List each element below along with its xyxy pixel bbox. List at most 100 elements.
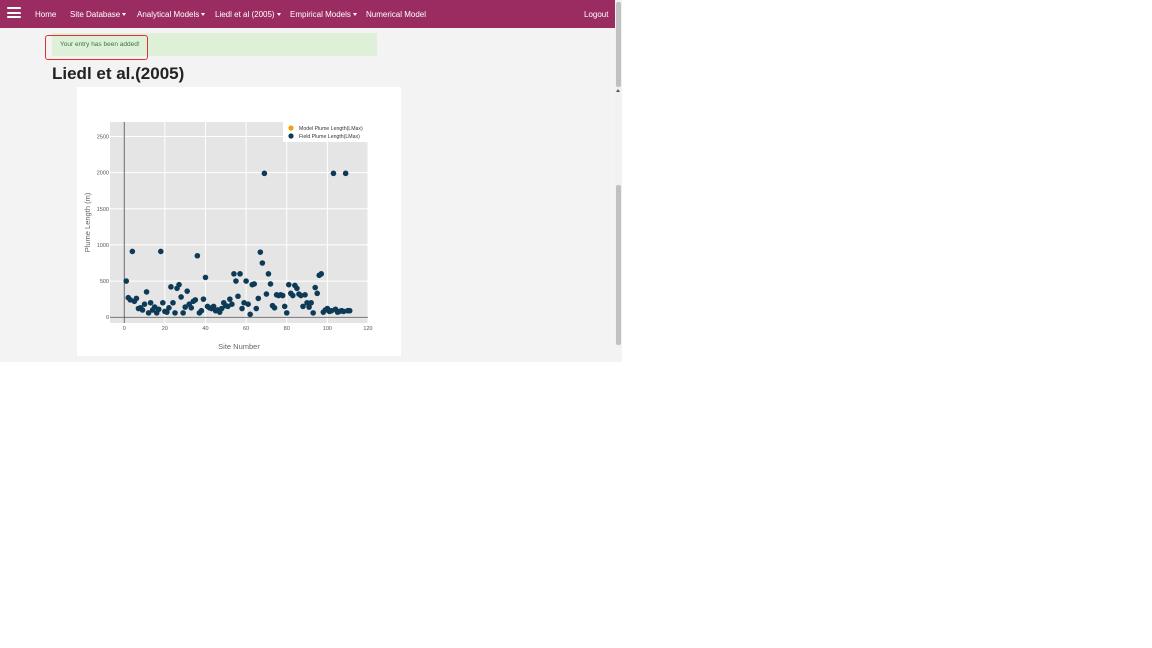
data-point[interactable] — [227, 296, 233, 302]
nav-site-database[interactable]: Site Database — [70, 0, 127, 28]
data-point[interactable] — [200, 296, 207, 302]
data-point[interactable] — [155, 306, 162, 313]
data-point[interactable] — [239, 305, 245, 312]
data-point[interactable] — [263, 291, 270, 297]
data-point[interactable] — [271, 305, 278, 311]
nav-numerical-model[interactable]: Numerical Model — [366, 0, 426, 28]
nav-empirical-models[interactable]: Empirical Models — [290, 0, 357, 28]
data-point[interactable] — [342, 170, 349, 177]
data-point[interactable] — [235, 293, 241, 300]
legend-marker[interactable] — [288, 125, 294, 131]
x-tick-label: 120 — [363, 326, 372, 332]
data-point[interactable] — [147, 299, 154, 306]
data-point[interactable] — [180, 310, 186, 316]
x-axis-title: Site Number — [218, 342, 260, 351]
data-point[interactable] — [243, 278, 249, 284]
x-tick-label: 60 — [243, 326, 249, 332]
y-tick-label: 1000 — [97, 243, 109, 249]
y-tick-label: 0 — [106, 315, 109, 321]
data-point[interactable] — [251, 281, 258, 287]
data-point[interactable] — [310, 310, 316, 316]
data-point[interactable] — [314, 290, 321, 297]
logout-link[interactable]: Logout — [584, 0, 608, 28]
y-tick-label: 500 — [100, 279, 109, 285]
data-point[interactable] — [253, 305, 260, 312]
data-point[interactable] — [233, 278, 239, 284]
nav-liedl-et-al-2005[interactable]: Liedl et al (2005) — [215, 0, 281, 28]
data-point[interactable] — [346, 307, 353, 314]
legend-marker[interactable] — [288, 133, 294, 139]
alert-highlight-box — [45, 35, 148, 60]
page-title: Liedl et al.(2005) — [52, 64, 185, 83]
data-point[interactable] — [283, 310, 290, 316]
data-point[interactable] — [139, 307, 146, 313]
data-point[interactable] — [176, 281, 182, 288]
plume-length-scatter-chart[interactable]: 0 20 40 60 80 100 120 0 500 1000 1500 2000 2500 Model… — [77, 87, 401, 356]
chart-card: 0 20 40 60 80 100 120 0 500 1000 1500 2000 2500 Model… — [77, 87, 401, 356]
data-point[interactable] — [312, 284, 318, 291]
caret-down-icon — [276, 13, 281, 16]
data-point[interactable] — [267, 281, 274, 287]
nav-analytical-models[interactable]: Analytical Models — [137, 0, 206, 28]
hamburger-menu-icon[interactable] — [7, 7, 21, 18]
data-point[interactable] — [255, 295, 262, 302]
data-point[interactable] — [157, 248, 164, 255]
top-navbar: Home Site Database Analytical Models Lie… — [0, 0, 615, 28]
y-tick-label: 2000 — [97, 171, 109, 177]
caret-down-icon — [122, 13, 127, 16]
data-point[interactable] — [247, 311, 253, 318]
data-point[interactable] — [123, 278, 130, 284]
data-point[interactable] — [279, 292, 286, 299]
data-point[interactable] — [202, 274, 209, 281]
data-point[interactable] — [237, 271, 243, 277]
data-point[interactable] — [231, 271, 237, 277]
data-point[interactable] — [172, 310, 178, 316]
data-point[interactable] — [261, 170, 268, 177]
scroll-up-arrow-icon[interactable] — [616, 89, 620, 92]
legend-label[interactable]: Model Plume Length(LMax) — [299, 126, 363, 132]
data-point[interactable] — [229, 301, 235, 308]
data-point[interactable] — [178, 294, 184, 300]
scrollbar-thumb[interactable] — [616, 185, 621, 345]
data-point[interactable] — [308, 299, 314, 306]
app-window: Home Site Database Analytical Models Lie… — [0, 0, 622, 362]
data-point[interactable] — [318, 271, 325, 277]
data-point[interactable] — [133, 295, 140, 302]
data-point[interactable] — [259, 260, 266, 266]
data-point[interactable] — [184, 288, 190, 294]
data-point[interactable] — [188, 305, 195, 311]
x-tick-label: 100 — [323, 326, 332, 332]
data-point[interactable] — [285, 281, 292, 288]
data-point[interactable] — [141, 301, 148, 308]
caret-down-icon — [201, 13, 206, 16]
x-tick-label: 40 — [202, 326, 208, 332]
data-point[interactable] — [290, 292, 296, 299]
scrollbar-thumb-upper[interactable] — [616, 2, 621, 87]
y-axis-title: Plume Length (m) — [83, 192, 92, 252]
data-point[interactable] — [245, 301, 251, 308]
x-tick-label: 20 — [162, 326, 168, 332]
legend-label[interactable]: Field Plume Length(LMax) — [299, 134, 360, 140]
caret-down-icon — [352, 13, 357, 16]
data-point[interactable] — [192, 297, 199, 303]
data-point[interactable] — [265, 271, 272, 277]
y-tick-label: 1500 — [97, 207, 109, 213]
data-point[interactable] — [129, 248, 136, 255]
data-point[interactable] — [143, 289, 150, 295]
x-tick-label: 0 — [123, 326, 126, 332]
data-point[interactable] — [194, 252, 201, 259]
data-point[interactable] — [170, 299, 176, 306]
page-scrollbar[interactable] — [615, 0, 622, 348]
data-point[interactable] — [302, 292, 308, 298]
y-tick-label: 2500 — [97, 134, 109, 140]
x-tick-label: 80 — [284, 326, 290, 332]
data-point[interactable] — [166, 305, 172, 311]
data-point[interactable] — [330, 170, 337, 177]
data-point[interactable] — [294, 285, 300, 292]
data-point[interactable] — [198, 307, 205, 314]
data-point[interactable] — [281, 303, 288, 310]
data-point[interactable] — [160, 299, 166, 306]
nav-home[interactable]: Home — [35, 0, 56, 28]
data-point[interactable] — [257, 249, 264, 255]
data-point[interactable] — [168, 284, 174, 290]
